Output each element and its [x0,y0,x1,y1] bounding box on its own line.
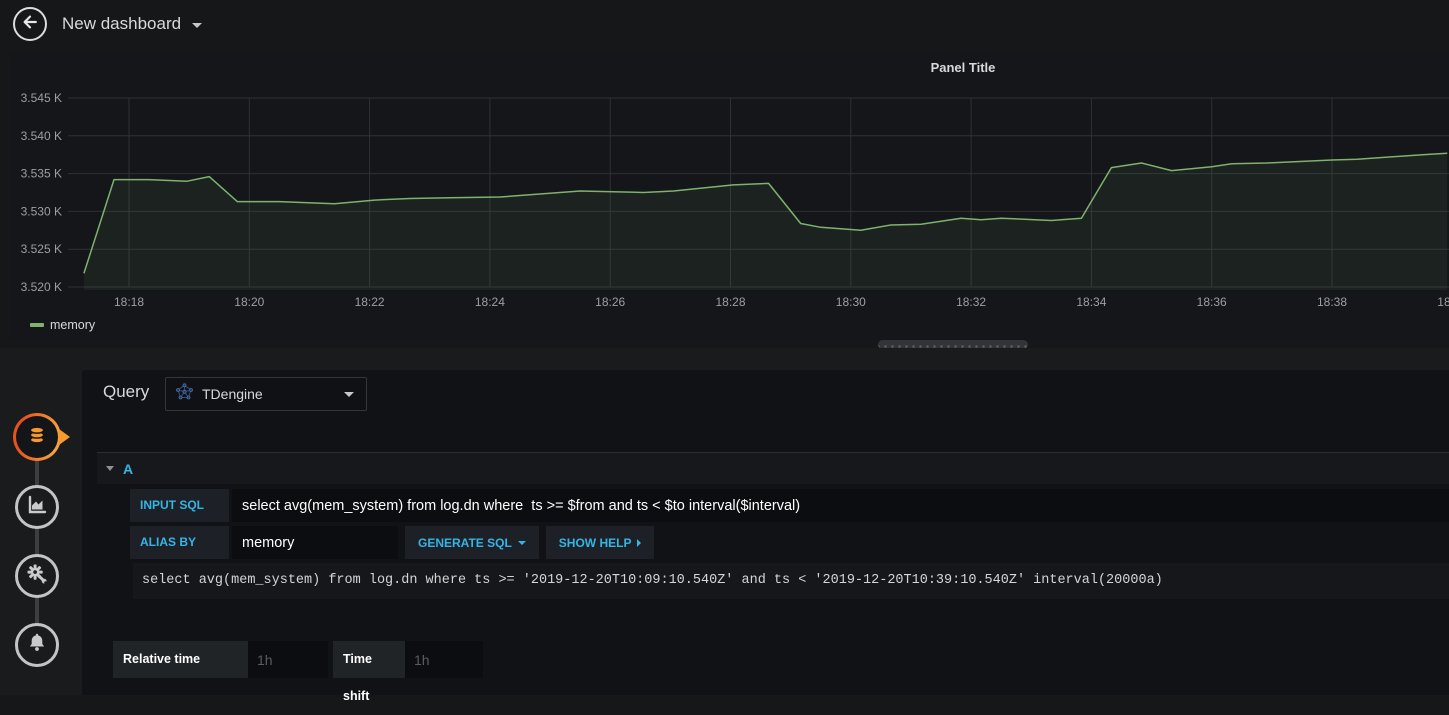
svg-text:18:40: 18:40 [1437,295,1449,309]
time-shift-field[interactable] [405,641,483,678]
collapse-caret-icon[interactable] [106,466,114,471]
svg-text:18:34: 18:34 [1076,295,1106,309]
svg-text:3.530 K: 3.530 K [21,204,62,218]
svg-text:18:18: 18:18 [114,295,144,309]
svg-text:18:20: 18:20 [234,295,264,309]
svg-text:18:24: 18:24 [475,295,505,309]
svg-text:3.540 K: 3.540 K [21,129,62,143]
relative-time-field[interactable] [248,641,328,678]
svg-text:18:28: 18:28 [715,295,745,309]
tdengine-logo-icon [176,383,193,405]
show-help-button[interactable]: SHOW HELP [545,526,655,559]
top-navbar: New dashboard [0,0,1449,48]
back-button[interactable] [13,7,47,41]
svg-text:18:36: 18:36 [1197,295,1227,309]
svg-text:18:22: 18:22 [355,295,385,309]
time-series-chart[interactable]: 3.545 K 3.540 K 3.535 K 3.530 K 3.525 K 3.520… [10,52,1449,340]
generate-sql-label: GENERATE SQL [418,535,512,550]
svg-text:18:38: 18:38 [1317,295,1347,309]
tab-queries-ring [16,416,58,458]
query-options-row: Relative time Time shift [113,641,483,703]
arrow-left-icon [20,12,40,37]
tab-visualization[interactable] [15,485,59,529]
chevron-down-icon [344,391,354,397]
tab-connector-line [35,437,39,645]
svg-text:18:26: 18:26 [595,295,625,309]
query-section-title: Query [103,382,150,401]
input-sql-label: INPUT SQL [130,489,229,522]
chevron-down-icon[interactable] [192,23,202,28]
legend-series-color [30,323,44,327]
svg-text:3.545 K: 3.545 K [21,91,62,105]
svg-text:3.535 K: 3.535 K [21,167,62,181]
chart-icon [25,493,49,522]
alias-by-label: ALIAS BY [130,526,229,559]
alias-by-field[interactable] [232,526,398,559]
query-row-header[interactable]: A [97,453,1449,484]
generate-sql-button[interactable]: GENERATE SQL [405,526,539,559]
chevron-down-icon [517,540,526,545]
show-help-label: SHOW HELP [558,535,632,550]
legend-item-memory[interactable]: memory [30,318,95,332]
chevron-right-icon [637,538,642,547]
queries-pane: Query TDengine A INPUT SQL select avg(me… [82,370,1449,703]
datasource-name: TDengine [202,386,263,402]
svg-text:18:30: 18:30 [836,295,866,309]
database-icon [24,422,50,453]
svg-text:18:32: 18:32 [956,295,986,309]
relative-time-label: Relative time [113,641,248,678]
active-tab-pointer [59,429,70,445]
svg-text:3.525 K: 3.525 K [21,242,62,256]
svg-text:3.520 K: 3.520 K [21,280,62,294]
query-ref-id: A [123,460,134,477]
alias-by-row: ALIAS BY GENERATE SQL SHOW HELP [130,526,1449,559]
bell-icon [25,631,49,660]
tab-general[interactable] [15,554,59,598]
generated-sql-preview: select avg(mem_system) from log.dn where… [133,563,1449,599]
tab-queries[interactable] [13,413,61,461]
time-shift-group: Time shift [333,641,483,703]
time-shift-label: Time shift [333,641,405,703]
gear-icon [25,562,49,591]
graph-panel: Panel Title 3.545 K 3.540 K 3.535 K 3.530 K… [10,52,1449,340]
input-sql-row: INPUT SQL [130,489,1449,522]
tab-alert[interactable] [15,623,59,667]
dashboard-title[interactable]: New dashboard [62,0,181,48]
legend-series-label: memory [50,318,96,332]
datasource-picker[interactable]: TDengine [165,377,367,411]
input-sql-field[interactable] [232,489,1449,522]
